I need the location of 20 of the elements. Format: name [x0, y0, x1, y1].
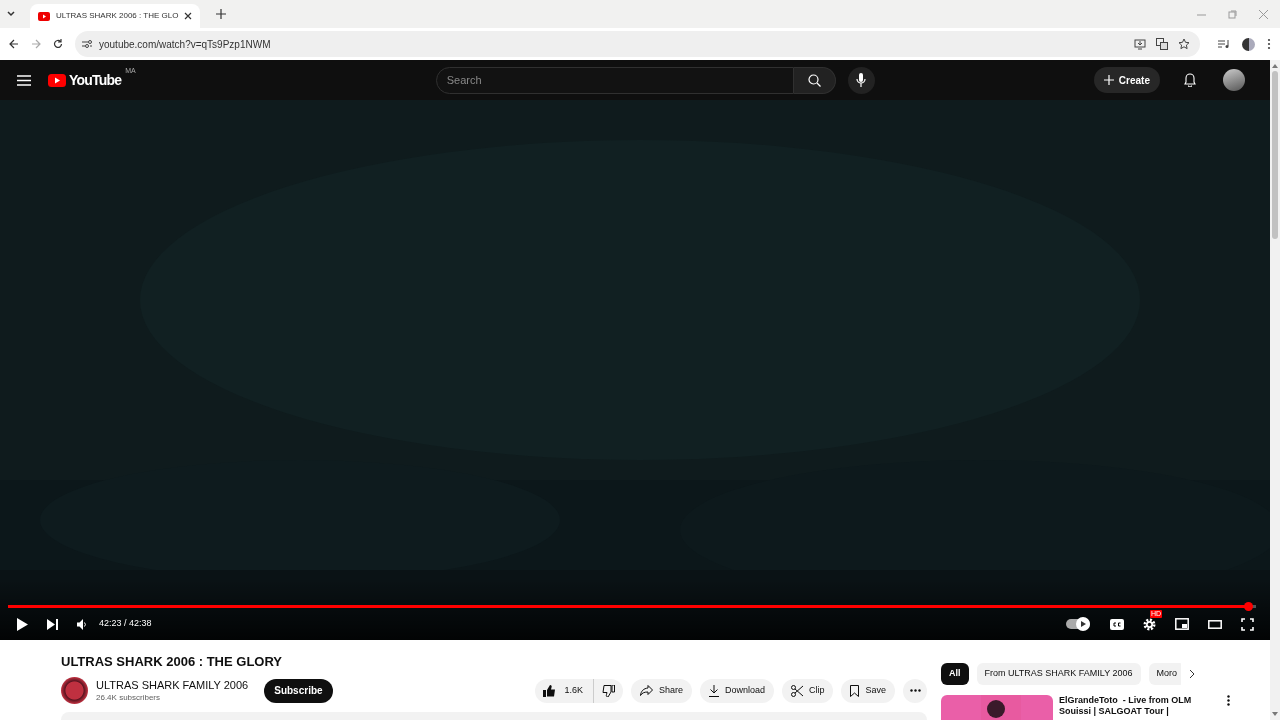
share-button[interactable]: Share: [630, 678, 692, 703]
video-title[interactable]: ElGrandeToto - Live from OLM Souissi | SALGOAT Tour |: [1059, 695, 1209, 720]
channel-name[interactable]: ULTRAS SHARK FAMILY 2006: [96, 677, 249, 692]
browser-tab[interactable]: ULTRAS SHARK 2006 : THE GLO: [30, 4, 201, 28]
search-field[interactable]: Search: [435, 66, 794, 94]
video-title: ULTRAS SHARK 2006 : THE GLORY: [61, 653, 284, 670]
clip-button[interactable]: Clip: [781, 678, 834, 703]
tab-title: ULTRAS SHARK 2006 : THE GLO: [56, 10, 179, 22]
save-button[interactable]: Save: [841, 678, 895, 703]
subscribe-button[interactable]: Subscribe: [264, 678, 333, 703]
filter-chip[interactable]: From ULTRAS SHARK FAMILY 2006: [976, 663, 1141, 685]
create-button[interactable]: Create: [1093, 67, 1160, 93]
filter-chip[interactable]: All: [941, 663, 969, 685]
url-text: youtube.com/watch?v=qTs9Pzp1NWM: [99, 37, 271, 52]
download-button[interactable]: Download: [699, 678, 774, 703]
subscriber-count: 26.4K subscribers: [96, 691, 162, 704]
address-bar[interactable]: youtube.com/watch?v=qTs9Pzp1NWM: [75, 31, 1200, 57]
youtube-wordmark[interactable]: YouTube: [69, 69, 122, 91]
filter-chip[interactable]: Moro: [1148, 663, 1181, 685]
time-display: 42:23 / 42:38: [99, 617, 152, 631]
